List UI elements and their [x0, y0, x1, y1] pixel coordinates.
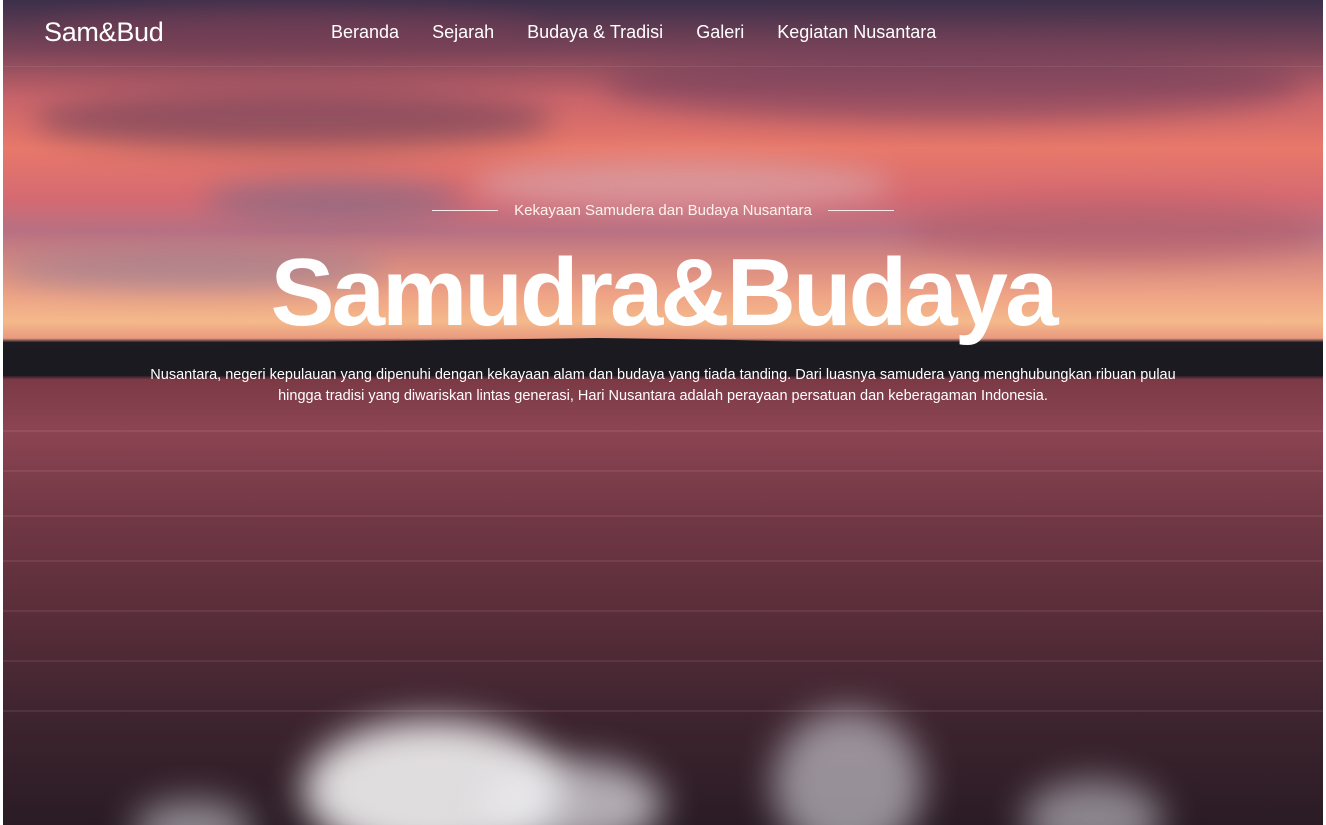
water-ripple: [3, 560, 1323, 562]
divider-right: [827, 210, 894, 211]
hero-description: Nusantara, negeri kepulauan yang dipenuh…: [150, 367, 1176, 404]
water-ripple: [3, 515, 1323, 517]
brand-logo[interactable]: Sam&Bud: [44, 17, 164, 48]
top-navbar: Sam&Bud Beranda Sejarah Budaya & Tradisi…: [3, 0, 1323, 67]
eyebrow-text: Kekayaan Samudera dan Budaya Nusantara: [514, 202, 812, 219]
mist: [773, 710, 923, 825]
water-ripple: [3, 430, 1323, 432]
hero-eyebrow: Kekayaan Samudera dan Budaya Nusantara: [3, 202, 1323, 219]
water-ripple: [3, 610, 1323, 612]
hero-background: Sam&Bud Beranda Sejarah Budaya & Tradisi…: [3, 0, 1323, 825]
nav-links: Beranda Sejarah Budaya & Tradisi Galeri …: [331, 22, 936, 43]
mist: [133, 800, 253, 825]
nav-item-galeri[interactable]: Galeri: [696, 22, 744, 43]
divider-left: [432, 210, 499, 211]
water-ripple: [3, 660, 1323, 662]
nav-item-budaya-tradisi[interactable]: Budaya & Tradisi: [527, 22, 663, 43]
nav-item-kegiatan-nusantara[interactable]: Kegiatan Nusantara: [777, 22, 936, 43]
nav-item-beranda[interactable]: Beranda: [331, 22, 399, 43]
hero-title: Samudra&Budaya: [270, 239, 1059, 346]
mist: [1023, 780, 1163, 825]
water-ripple: [3, 710, 1323, 712]
nav-item-sejarah[interactable]: Sejarah: [432, 22, 494, 43]
water-ripple: [3, 470, 1323, 472]
cloud: [33, 90, 553, 150]
